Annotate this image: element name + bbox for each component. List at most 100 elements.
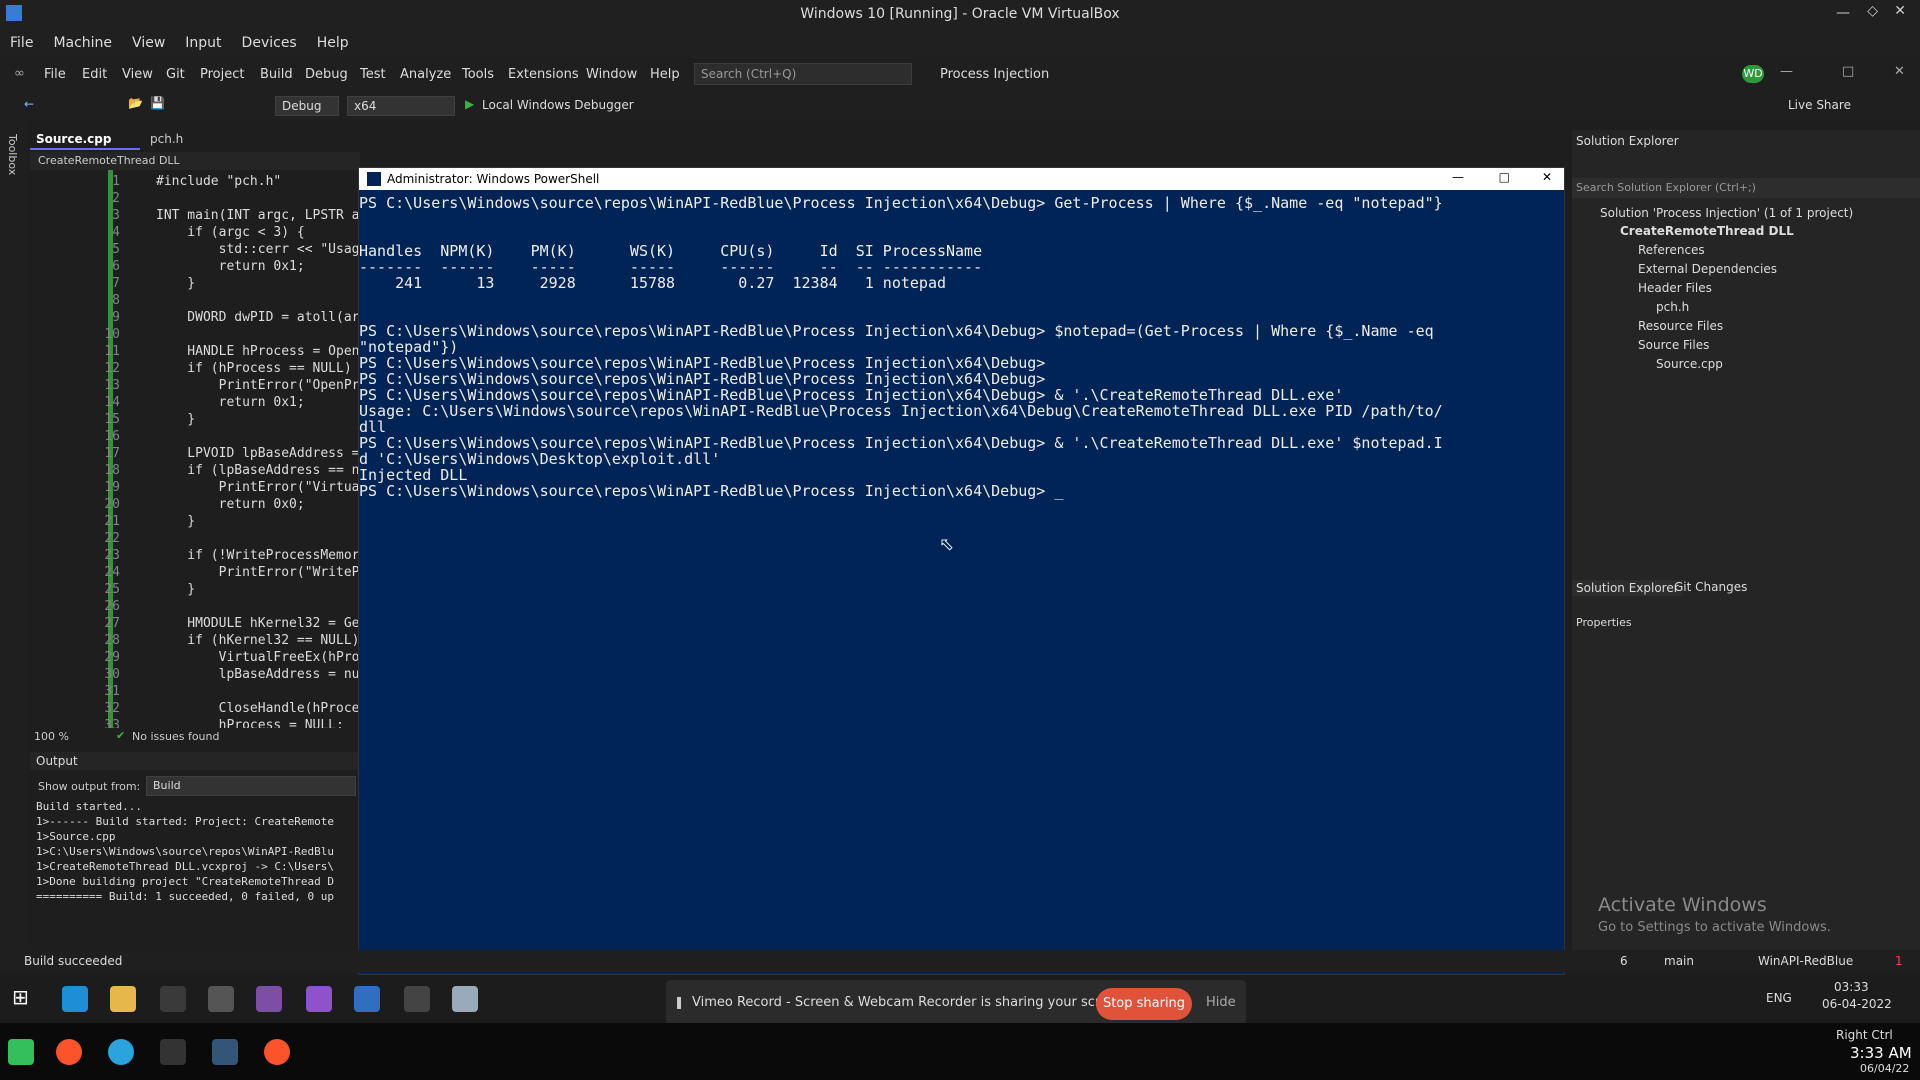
store-icon[interactable] [160,986,186,1012]
code-line[interactable]: return 0x0; [156,497,305,512]
config-select[interactable]: Debug [275,96,339,116]
close-icon[interactable]: ✕ [1542,170,1552,184]
code-line[interactable]: CloseHandle(hProcess); [156,701,391,716]
git-icon[interactable] [256,986,282,1012]
menu-machine[interactable]: Machine [43,28,122,58]
visual-studio-icon[interactable] [306,986,332,1012]
toolbox-tab[interactable]: Toolbox [6,134,19,175]
vs-menu-tools[interactable]: Tools [462,67,494,82]
code-editor[interactable]: 1 #include "pch.h" 2 3 INT main(INT argc, LP… [30,170,399,733]
tree-resource-files[interactable]: Resource Files [1638,319,1723,333]
minimize-icon[interactable]: — [1836,5,1850,21]
minimize-icon[interactable]: — [1780,64,1793,79]
windows-start-icon[interactable]: ⊞ [12,985,29,1009]
tree-external-dependencies[interactable]: External Dependencies [1638,262,1777,276]
menu-file[interactable]: File [0,28,43,58]
platform-select[interactable]: x64 [347,96,455,116]
virtualbox-taskbar-icon[interactable] [212,1039,238,1065]
vs-menu-build[interactable]: Build [260,67,293,82]
tab-pch-h[interactable]: pch.h [144,130,204,150]
vs-menu-help[interactable]: Help [650,67,680,82]
code-line[interactable]: if (hProcess == NULL) { [156,361,367,376]
save-icon[interactable]: 💾 [150,96,165,110]
security-icon[interactable] [404,986,430,1012]
avatar[interactable]: WD [1742,65,1764,83]
code-line[interactable]: } [156,582,195,597]
powershell-console[interactable]: PS C:\Users\Windows\source\repos\WinAPI-… [359,190,1564,976]
tree-pch-h[interactable]: pch.h [1656,300,1689,314]
menu-input[interactable]: Input [175,28,231,58]
code-line[interactable]: return 0x1; [156,259,305,274]
code-line[interactable]: #include "pch.h" [156,174,281,189]
maximize-icon[interactable]: □ [1499,170,1510,184]
code-line[interactable]: } [156,514,195,529]
tree-solution[interactable]: Solution 'Process Injection' (1 of 1 pro… [1600,206,1853,220]
powershell-window[interactable]: Administrator: Windows PowerShell — □ ✕ … [358,167,1565,975]
brave-icon[interactable] [56,1039,82,1065]
output-source-select[interactable]: Build [146,776,356,796]
manjaro-icon[interactable] [8,1039,34,1065]
stop-sharing-button[interactable]: Stop sharing [1096,988,1192,1020]
notification-count[interactable]: 1 [1895,954,1903,968]
vs-menu-project[interactable]: Project [200,67,244,82]
code-line[interactable]: PrintError("VirtualAll [156,480,391,495]
vs-search-input[interactable]: Search (Ctrl+Q) [694,63,912,85]
code-line[interactable]: } [156,412,195,427]
file-navigation[interactable]: CreateRemoteThread DLL [30,152,360,170]
vs-menu-test[interactable]: Test [360,67,386,82]
zoom-level[interactable]: 100 % [34,730,69,743]
open-icon[interactable]: 📂 [128,96,143,110]
tree-references[interactable]: References [1638,243,1705,257]
tree-source-files[interactable]: Source Files [1638,338,1709,352]
powershell-taskbar-icon[interactable] [354,986,380,1012]
vs-menu-extensions[interactable]: Extensions [508,67,579,82]
code-line[interactable]: if (argc < 3) { [156,225,304,240]
telegram-icon[interactable] [108,1039,134,1065]
code-line[interactable]: DWORD dwPID = atoll(argv[1 [156,310,391,325]
tree-project[interactable]: CreateRemoteThread DLL [1620,224,1794,238]
back-icon[interactable]: ← [24,97,34,111]
clock-date[interactable]: 06-04-2022 [1822,997,1892,1011]
vs-menu-file[interactable]: File [44,67,66,82]
vs-menu-view[interactable]: View [122,67,153,82]
tab-source-cpp[interactable]: Source.cpp [30,130,140,150]
edge-icon[interactable] [62,986,88,1012]
debugger-button[interactable]: Local Windows Debugger [482,98,634,112]
file-explorer-icon[interactable] [110,986,136,1012]
vs-menu-git[interactable]: Git [166,67,185,82]
menu-view[interactable]: View [122,28,175,58]
vs-menu-edit[interactable]: Edit [82,67,107,82]
git-repo[interactable]: WinAPI-RedBlue [1758,954,1853,968]
menu-help[interactable]: Help [307,28,359,58]
solution-search-input[interactable]: Search Solution Explorer (Ctrl+;) [1572,178,1920,198]
minimize-icon[interactable]: — [1452,170,1464,184]
host-date[interactable]: 06/04/22 [1860,1062,1909,1075]
tree-source-cpp[interactable]: Source.cpp [1656,357,1723,371]
tab-git-changes[interactable]: Git Changes [1674,580,1747,594]
maximize-icon[interactable]: □ [1842,64,1854,79]
restore-icon[interactable]: ◇ [1867,3,1878,19]
vs-menu-window[interactable]: Window [586,67,637,82]
git-branch[interactable]: main [1664,954,1694,968]
code-line[interactable]: PrintError("OpenProces [156,378,391,393]
close-icon[interactable]: ✕ [1894,64,1905,79]
host-time[interactable]: 3:33 AM [1850,1044,1912,1062]
play-icon[interactable]: ▶ [465,97,474,111]
menu-devices[interactable]: Devices [232,28,307,58]
brave-icon[interactable] [264,1039,290,1065]
terminal-icon[interactable] [160,1039,186,1065]
pending-changes-count[interactable]: 6 [1620,954,1628,968]
language-indicator[interactable]: ENG [1766,991,1792,1005]
mail-icon[interactable] [208,986,234,1012]
vs-menu-debug[interactable]: Debug [305,67,348,82]
live-share-button[interactable]: Live Share [1788,98,1851,112]
hide-button[interactable]: Hide [1206,995,1236,1010]
code-line[interactable]: std::cerr << "Usage: " [156,242,391,257]
close-icon[interactable]: ✕ [1894,3,1906,19]
code-line[interactable]: HANDLE hProcess = OpenProc [156,344,391,359]
notepad-icon[interactable] [452,986,478,1012]
tab-solution-explorer[interactable]: Solution Explorer [1572,580,1683,596]
code-line[interactable]: } [156,276,195,291]
clock-time[interactable]: 03:33 [1834,980,1869,994]
vs-menu-analyze[interactable]: Analyze [400,67,451,82]
